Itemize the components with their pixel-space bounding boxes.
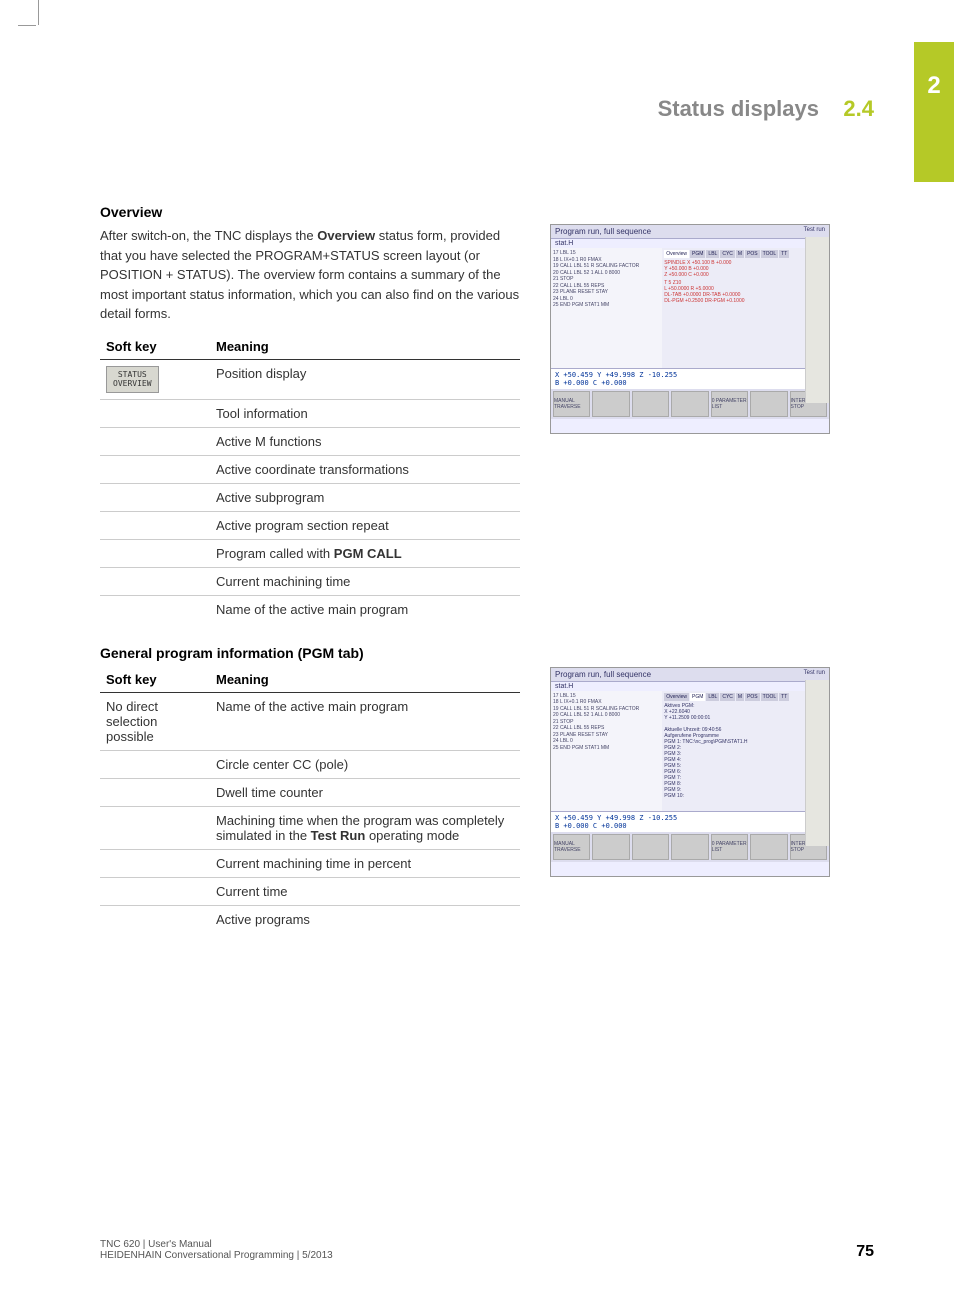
col-meaning: Meaning [210, 667, 520, 693]
page-header: Status displays 2.4 [658, 96, 874, 122]
table-row: Program called with PGM CALL [100, 539, 520, 567]
col-softkey: Soft key [100, 334, 210, 360]
table-row: STATUSOVERVIEW Position display [100, 359, 520, 399]
table-row: Name of the active main program [100, 595, 520, 623]
page-number: 75 [856, 1243, 874, 1261]
table-row: Dwell time counter [100, 778, 520, 806]
col-softkey: Soft key [100, 667, 210, 693]
btn-parameter-list[interactable]: 0 PARAMETER LIST [711, 391, 748, 417]
program-listing: 17 LBL 1518 L IX+0.1 R0 FMAX19 CALL LBL … [551, 248, 662, 368]
overview-paragraph: After switch-on, the TNC displays the Ov… [100, 226, 520, 324]
table-row: Active programs [100, 905, 520, 933]
btn-parameter-list[interactable]: 0 PARAMETER LIST [711, 834, 748, 860]
footer-text: TNC 620 | User's Manual HEIDENHAIN Conve… [100, 1239, 333, 1261]
chapter-number: 2 [927, 72, 940, 100]
overview-heading: Overview [100, 204, 520, 220]
pgm-table: Soft key Meaning No direct selection pos… [100, 667, 520, 933]
main-content: Overview After switch-on, the TNC displa… [100, 204, 860, 955]
page-footer: TNC 620 | User's Manual HEIDENHAIN Conve… [100, 1239, 874, 1261]
table-row: Circle center CC (pole) [100, 750, 520, 778]
table-row: Current machining time [100, 567, 520, 595]
btn-manual-traverse[interactable]: MANUAL TRAVERSE [553, 834, 590, 860]
table-row: Active M functions [100, 427, 520, 455]
table-row: No direct selection possible Name of the… [100, 692, 520, 750]
overview-screenshot: Program run, full sequenceTest run stat.… [550, 224, 830, 434]
status-panel: Overview PGM LBL CYC M POS TOOL TT SPIND… [662, 248, 829, 368]
table-row: Machining time when the program was comp… [100, 806, 520, 849]
table-row: Active program section repeat [100, 511, 520, 539]
program-listing: 17 LBL 1518 L IX+0.1 R0 FMAX19 CALL LBL … [551, 691, 662, 811]
pgm-screenshot: Program run, full sequenceTest run stat.… [550, 667, 830, 877]
position-display: X +50.459 Y +49.998 Z -10.255 B +0.000 C… [551, 811, 829, 832]
softkey-status-overview[interactable]: STATUSOVERVIEW [106, 366, 159, 393]
table-row: Active coordinate transformations [100, 455, 520, 483]
table-row: Tool information [100, 399, 520, 427]
crop-marks [18, 0, 38, 40]
chapter-tab: 2 [914, 42, 954, 182]
position-display: X +50.459 Y +49.998 Z -10.255 B +0.000 C… [551, 368, 829, 389]
table-row: Current time [100, 877, 520, 905]
table-row: Active subprogram [100, 483, 520, 511]
table-row: Current machining time in percent [100, 849, 520, 877]
btn-manual-traverse[interactable]: MANUAL TRAVERSE [553, 391, 590, 417]
pgm-heading: General program information (PGM tab) [100, 645, 860, 661]
overview-table: Soft key Meaning STATUSOVERVIEW Position… [100, 334, 520, 623]
status-panel: Overview PGM LBL CYC M POS TOOL TT Aktiv… [662, 691, 829, 811]
header-number: 2.4 [843, 96, 874, 122]
header-title: Status displays [658, 96, 819, 122]
col-meaning: Meaning [210, 334, 520, 360]
